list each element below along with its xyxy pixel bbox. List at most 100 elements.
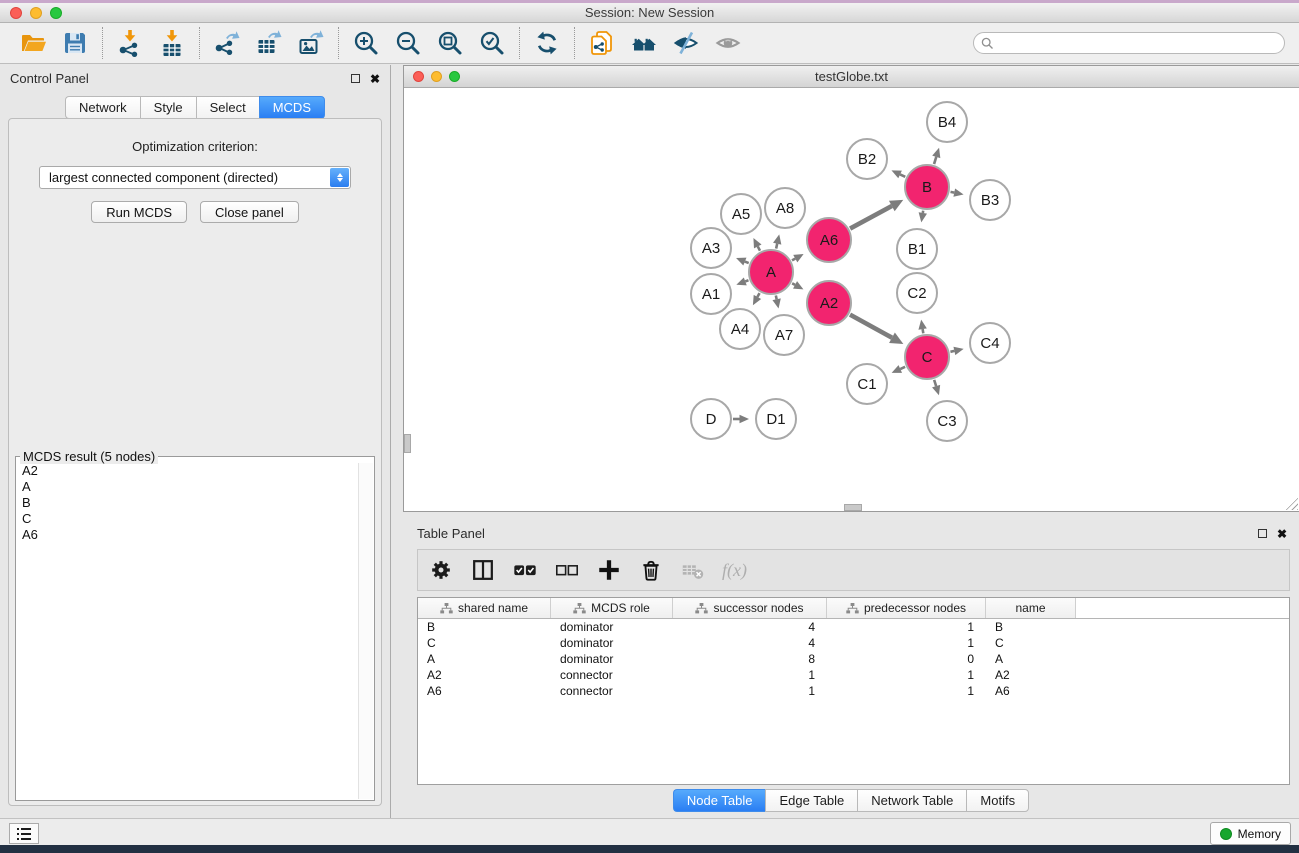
edge-A-A5[interactable] [758, 246, 760, 250]
edge-A-A8[interactable] [776, 244, 777, 249]
import-table-icon[interactable] [157, 28, 187, 58]
column-header-name[interactable]: name [986, 598, 1076, 618]
close-table-panel-icon[interactable]: ✖ [1277, 529, 1287, 539]
edge-A-A7[interactable] [776, 296, 777, 300]
save-session-icon[interactable] [60, 28, 90, 58]
tab-network[interactable]: Network [65, 96, 140, 119]
tab-edge-table[interactable]: Edge Table [765, 789, 857, 812]
table-row[interactable]: A2connector11A2 [418, 667, 1289, 683]
close-panel-button[interactable]: Close panel [200, 201, 299, 223]
zoom-in-icon[interactable] [351, 28, 381, 58]
result-list-item[interactable]: C [17, 511, 359, 527]
table-row[interactable]: Adominator80A [418, 651, 1289, 667]
column-header-predecessor-nodes[interactable]: predecessor nodes [827, 598, 986, 618]
result-list-item[interactable]: B [17, 495, 359, 511]
edge-A-A1[interactable] [745, 280, 748, 281]
tab-mcds[interactable]: MCDS [259, 96, 325, 119]
result-list-item[interactable]: A [17, 479, 359, 495]
unselect-all-icon[interactable] [554, 557, 580, 583]
window-controls [10, 7, 62, 19]
edge-B-B3[interactable] [951, 192, 955, 193]
edge-C-C3[interactable] [934, 380, 936, 386]
tab-style[interactable]: Style [140, 96, 196, 119]
gear-icon[interactable] [428, 557, 454, 583]
network-minimize-button[interactable] [431, 71, 442, 82]
node-label-A8: A8 [776, 200, 794, 217]
function-builder-icon[interactable]: f(x) [722, 560, 747, 581]
edge-A-A3[interactable] [745, 262, 749, 264]
zoom-out-icon[interactable] [393, 28, 423, 58]
edge-arrowhead [932, 148, 940, 158]
edge-arrowhead [932, 385, 940, 395]
edge-C-C4[interactable] [950, 351, 954, 352]
edge-A2-C[interactable] [850, 315, 892, 338]
table-row[interactable]: A6connector11A6 [418, 683, 1289, 699]
table-row[interactable]: Bdominator41B [418, 619, 1289, 635]
optimization-criterion-select[interactable]: largest connected component (directed) [39, 166, 351, 189]
open-session-icon[interactable] [18, 28, 48, 58]
edge-A-A4[interactable] [757, 293, 759, 297]
column-header-shared-name[interactable]: shared name [418, 598, 551, 618]
delete-column-icon[interactable] [680, 557, 706, 583]
delete-icon[interactable] [638, 557, 664, 583]
table-cell: A6 [418, 683, 551, 699]
tab-motifs[interactable]: Motifs [966, 789, 1029, 812]
edge-B-B2[interactable] [900, 174, 905, 176]
export-network-icon[interactable] [212, 28, 242, 58]
list-icon [16, 827, 32, 841]
edge-A-A6[interactable] [792, 259, 795, 261]
column-header-MCDS-role[interactable]: MCDS role [551, 598, 673, 618]
column-settings-icon[interactable] [470, 557, 496, 583]
run-mcds-button[interactable]: Run MCDS [91, 201, 187, 223]
duplicate-network-icon[interactable] [587, 28, 617, 58]
refresh-view-icon[interactable] [532, 28, 562, 58]
minimize-window-button[interactable] [30, 7, 42, 19]
search-input[interactable] [999, 35, 1277, 51]
memory-button[interactable]: Memory [1210, 822, 1291, 845]
export-image-icon[interactable] [296, 28, 326, 58]
add-row-icon[interactable] [596, 557, 622, 583]
select-all-icon[interactable] [512, 557, 538, 583]
task-history-button[interactable] [9, 823, 39, 844]
result-list-item[interactable]: A2 [17, 463, 359, 479]
float-table-panel-icon[interactable] [1258, 529, 1267, 538]
export-table-icon[interactable] [254, 28, 284, 58]
result-list-scrollbar[interactable] [358, 463, 373, 799]
edge-C-C1[interactable] [900, 367, 905, 369]
tab-network-table[interactable]: Network Table [857, 789, 966, 812]
close-window-button[interactable] [10, 7, 22, 19]
network-window-titlebar: testGlobe.txt [404, 66, 1299, 88]
table-cell: connector [551, 667, 673, 683]
edge-A6-B[interactable] [850, 206, 892, 229]
result-list-item[interactable]: A6 [17, 527, 359, 543]
network-close-button[interactable] [413, 71, 424, 82]
edge-arrowhead [773, 234, 781, 244]
home-layout-icon[interactable] [629, 28, 659, 58]
edge-B-B4[interactable] [934, 157, 936, 164]
edge-C-C2[interactable] [923, 329, 924, 333]
zoom-window-button[interactable] [50, 7, 62, 19]
network-canvas[interactable]: B4B2BB3A8A5A6A3B1AA1C2A2A4A7C4CC1C3DD1 [404, 88, 1299, 511]
node-label-A7: A7 [775, 327, 793, 344]
table-row[interactable]: Cdominator41C [418, 635, 1289, 651]
column-header-successor-nodes[interactable]: successor nodes [673, 598, 827, 618]
edge-arrowhead [953, 188, 963, 196]
close-panel-icon[interactable]: ✖ [370, 74, 380, 84]
vertical-scrollbar-thumb[interactable] [404, 434, 411, 453]
network-zoom-button[interactable] [449, 71, 460, 82]
tab-node-table[interactable]: Node Table [673, 789, 766, 812]
table-cell: 1 [827, 619, 986, 635]
network-graph: B4B2BB3A8A5A6A3B1AA1C2A2A4A7C4CC1C3DD1 [404, 88, 1299, 511]
import-network-icon[interactable] [115, 28, 145, 58]
hide-graphics-details-icon[interactable] [671, 28, 701, 58]
toolbar-search-field[interactable] [973, 32, 1285, 54]
edge-A-A2[interactable] [792, 283, 795, 285]
zoom-selected-icon[interactable] [477, 28, 507, 58]
zoom-fit-icon[interactable] [435, 28, 465, 58]
float-panel-icon[interactable] [351, 74, 360, 83]
table-cell: 8 [673, 651, 827, 667]
show-graphics-details-icon[interactable] [713, 28, 743, 58]
window-title: Session: New Session [585, 5, 714, 20]
tab-select[interactable]: Select [196, 96, 259, 119]
horizontal-scrollbar-thumb[interactable] [844, 504, 862, 511]
